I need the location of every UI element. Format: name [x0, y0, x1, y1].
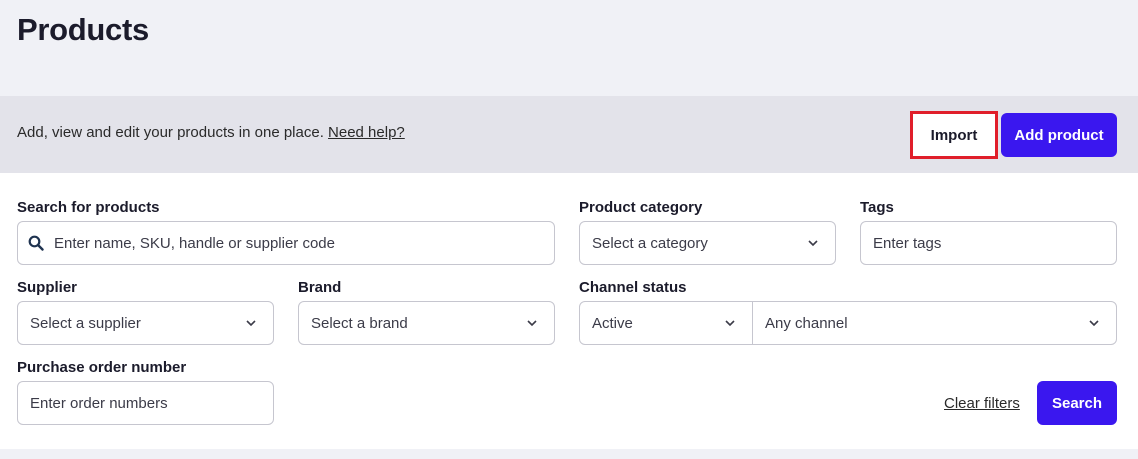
supplier-label: Supplier — [17, 279, 78, 296]
brand-label: Brand — [298, 279, 342, 296]
add-product-button[interactable]: Add product — [1001, 113, 1117, 157]
search-input[interactable]: Enter name, SKU, handle or supplier code — [17, 221, 555, 265]
search-button[interactable]: Search — [1037, 381, 1117, 425]
supplier-placeholder: Select a supplier — [30, 314, 141, 332]
brand-select[interactable]: Select a brand — [298, 301, 555, 345]
chevron-down-icon — [725, 320, 735, 327]
clear-filters-link[interactable]: Clear filters — [944, 395, 1020, 412]
purchase-order-input[interactable]: Enter order numbers — [17, 381, 274, 425]
search-icon — [28, 235, 44, 251]
chevron-down-icon — [808, 240, 818, 247]
category-select[interactable]: Select a category — [579, 221, 836, 265]
page-title: Products — [17, 12, 149, 47]
tags-placeholder: Enter tags — [873, 234, 942, 252]
channel-value: Any channel — [765, 314, 848, 332]
tags-label: Tags — [860, 199, 894, 216]
banner-text: Add, view and edit your products in one … — [17, 124, 405, 141]
need-help-link[interactable]: Need help? — [328, 124, 405, 141]
channel-status-label: Channel status — [579, 279, 687, 296]
purchase-order-label: Purchase order number — [17, 359, 187, 376]
chevron-down-icon — [527, 320, 537, 327]
status-select[interactable]: Active — [580, 302, 752, 344]
info-banner: Add, view and edit your products in one … — [0, 96, 1138, 173]
chevron-down-icon — [246, 320, 256, 327]
category-label: Product category — [579, 199, 703, 216]
channel-status-group: Active Any channel — [579, 301, 1117, 345]
purchase-order-placeholder: Enter order numbers — [30, 394, 168, 412]
banner-description: Add, view and edit your products in one … — [17, 124, 324, 141]
tags-input[interactable]: Enter tags — [860, 221, 1117, 265]
import-button[interactable]: Import — [910, 111, 998, 159]
status-value: Active — [592, 314, 633, 332]
chevron-down-icon — [1089, 320, 1099, 327]
search-placeholder: Enter name, SKU, handle or supplier code — [54, 234, 335, 252]
filters-panel: Search for products Enter name, SKU, han… — [0, 173, 1138, 449]
supplier-select[interactable]: Select a supplier — [17, 301, 274, 345]
category-placeholder: Select a category — [592, 234, 708, 252]
brand-placeholder: Select a brand — [311, 314, 408, 332]
search-label: Search for products — [17, 199, 160, 216]
channel-select[interactable]: Any channel — [753, 302, 1116, 344]
